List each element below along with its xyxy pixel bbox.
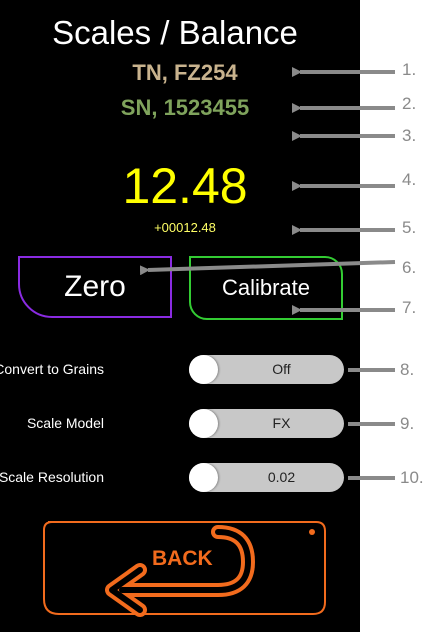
- scale-resolution-toggle[interactable]: 0.02: [189, 463, 344, 492]
- convert-grains-label: Convert to Grains: [0, 361, 104, 377]
- annotation-2: 2.: [402, 94, 417, 113]
- scale-screen: Scales / Balance TN, FZ254 SN, 1523455 1…: [0, 0, 360, 632]
- scale-model-label: Scale Model: [26, 415, 104, 431]
- annotation-3: 3.: [402, 126, 417, 145]
- page-title: Scales / Balance: [52, 14, 298, 51]
- toggle-value: 0.02: [267, 469, 296, 485]
- annotation-7: 7.: [402, 298, 417, 317]
- toggle-value: FX: [272, 415, 291, 431]
- scale-resolution-label: Scale Resolution: [0, 469, 104, 485]
- back-button[interactable]: BACK: [40, 518, 328, 618]
- annotation-6: 6.: [402, 258, 417, 277]
- annotation-10: 10.: [400, 468, 424, 487]
- back-button-label: BACK: [152, 547, 213, 570]
- weight-readout: 12.48: [122, 158, 248, 214]
- toggle-value: Off: [272, 361, 291, 377]
- zero-button-label: Zero: [64, 270, 126, 303]
- calibrate-button[interactable]: Calibrate: [189, 256, 343, 320]
- raw-reading: +00012.48: [154, 220, 216, 235]
- toggle-knob: [189, 355, 218, 384]
- annotation-1: 1.: [402, 60, 417, 79]
- convert-grains-toggle[interactable]: Off: [189, 355, 344, 384]
- annotation-9: 9.: [400, 414, 415, 433]
- annotation-8: 8.: [400, 360, 415, 379]
- sn-label: SN, 1523455: [120, 95, 250, 120]
- scale-model-toggle[interactable]: FX: [189, 409, 344, 438]
- zero-button[interactable]: Zero: [18, 256, 172, 318]
- toggle-knob: [189, 409, 218, 438]
- calibrate-button-label: Calibrate: [221, 275, 311, 300]
- annotation-5: 5.: [402, 218, 417, 237]
- tn-label: TN, FZ254: [132, 60, 238, 85]
- toggle-knob: [189, 463, 218, 492]
- annotation-4: 4.: [402, 170, 417, 189]
